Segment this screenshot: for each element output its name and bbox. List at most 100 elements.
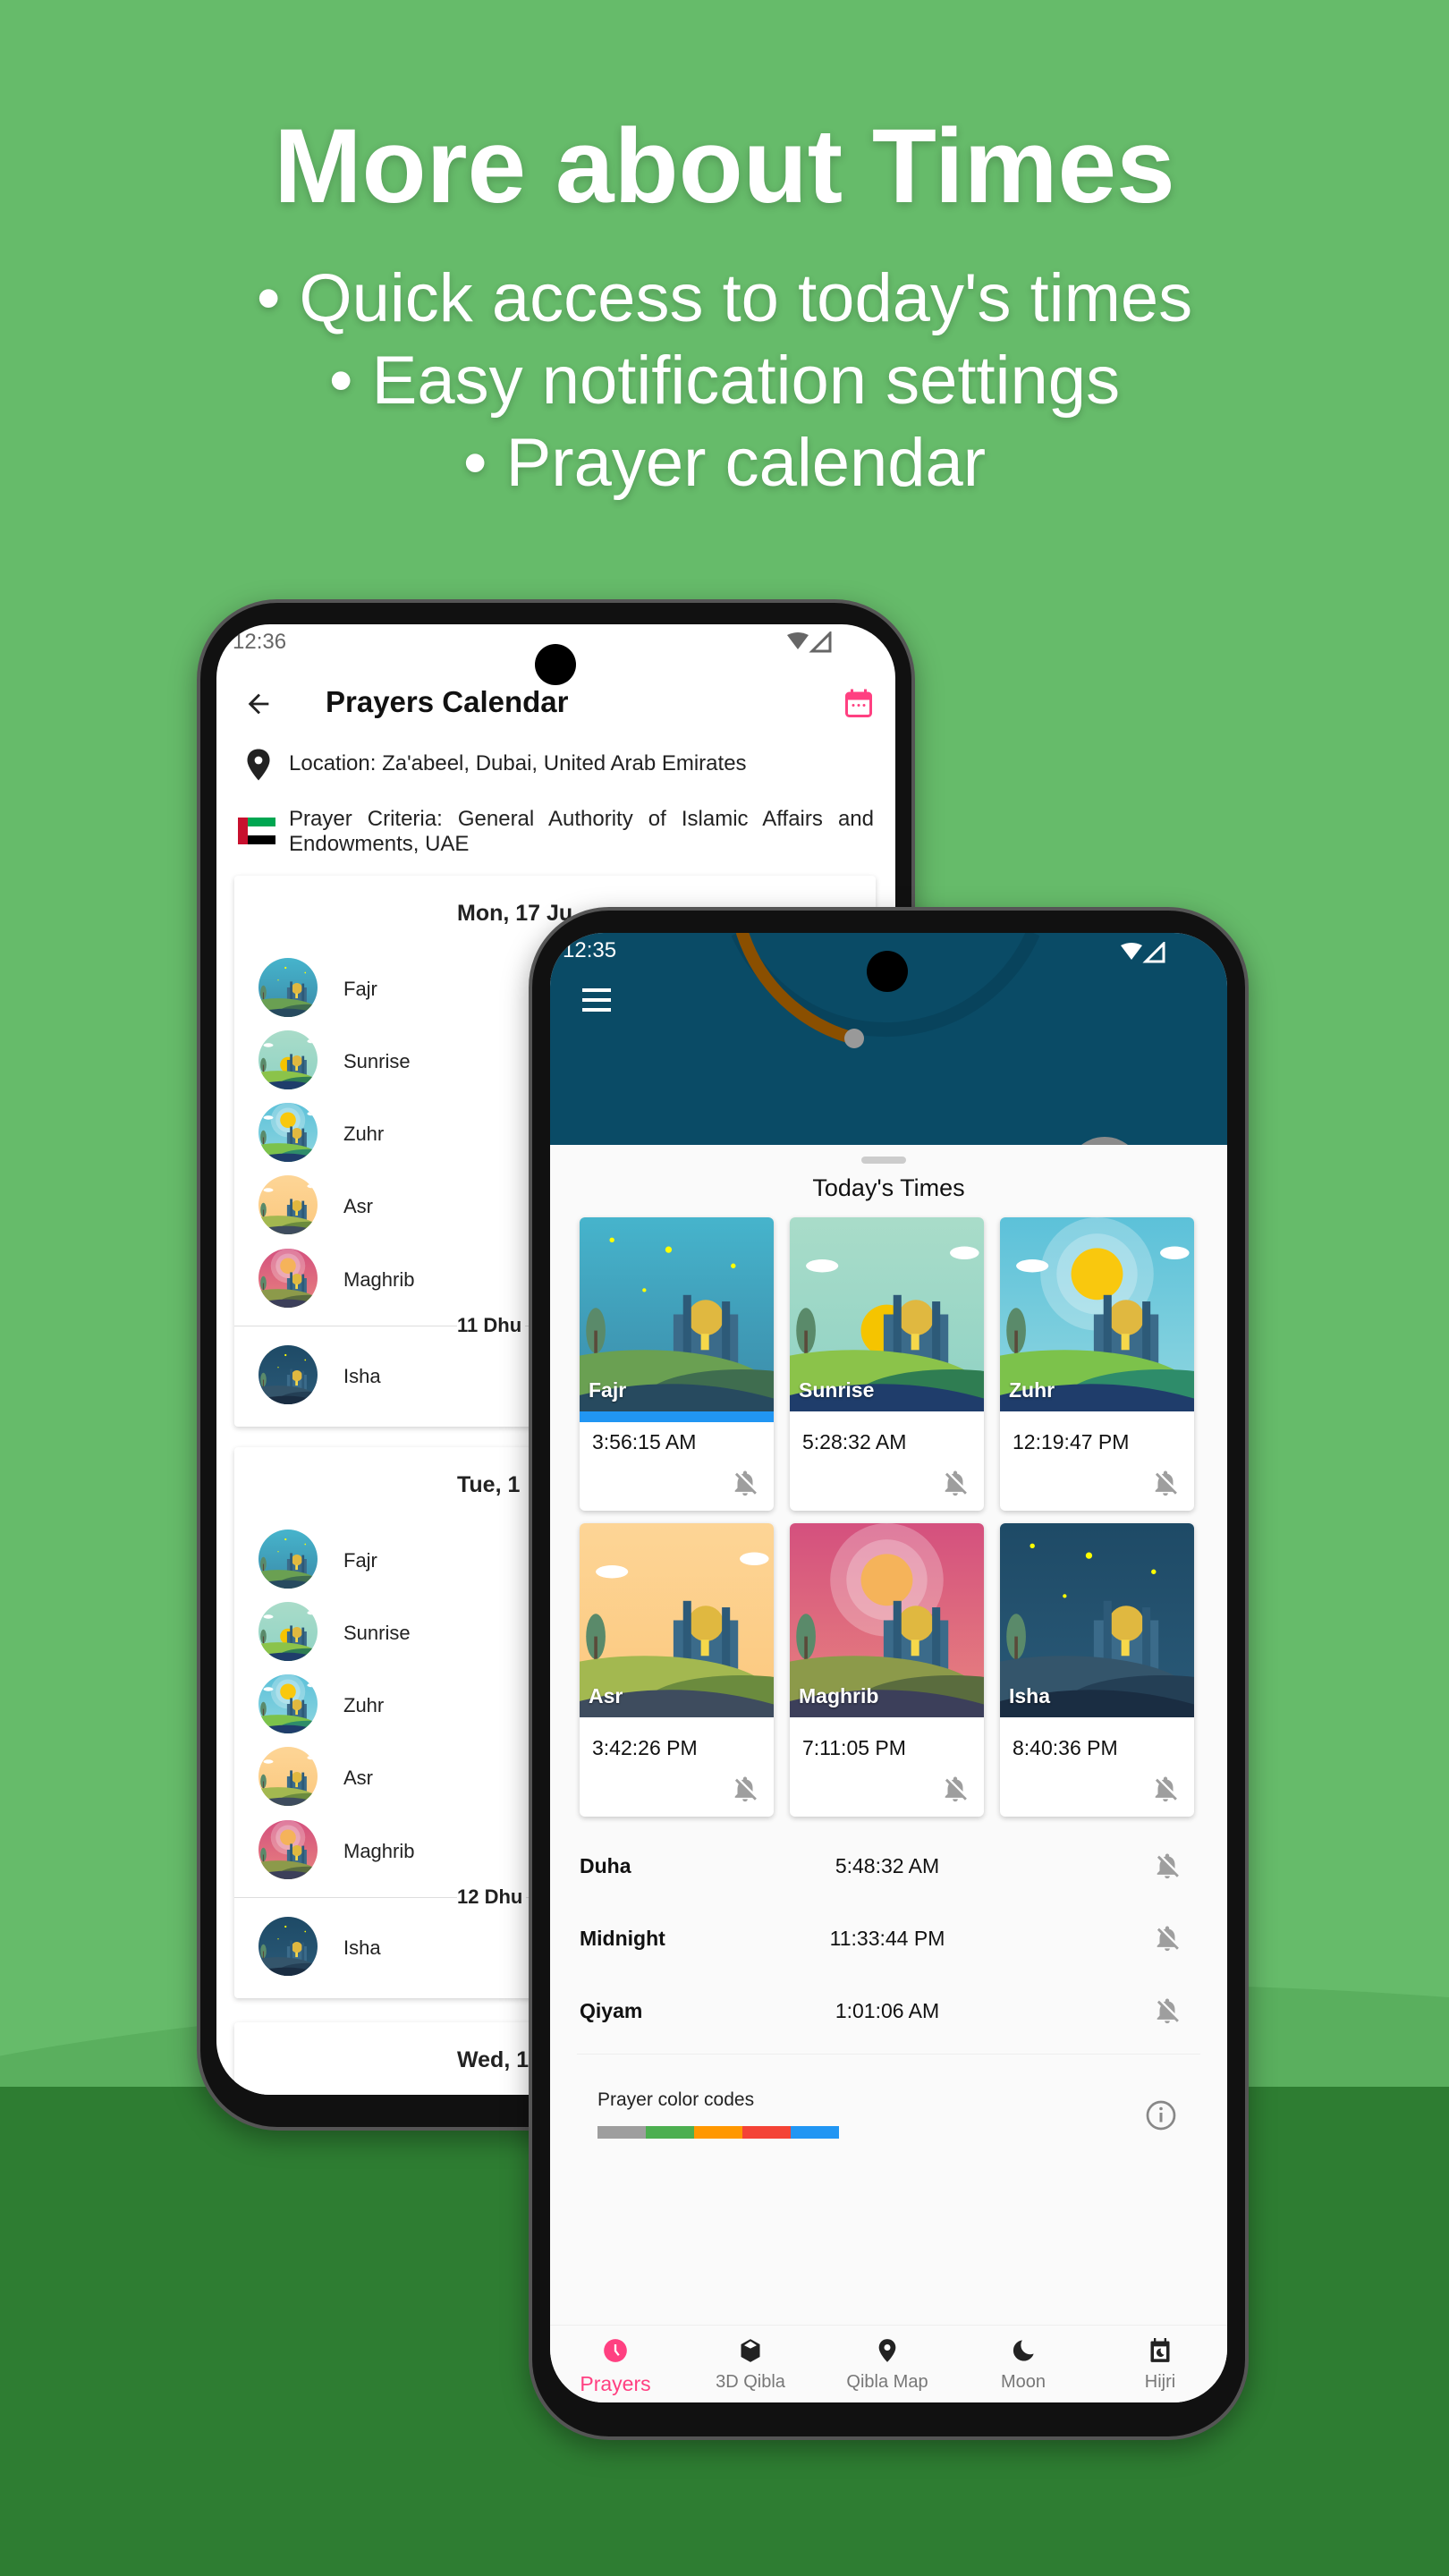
extra-time-row: Qiyam 1:01:06 AM bbox=[580, 1988, 1197, 2033]
clock-icon bbox=[604, 2339, 627, 2362]
time-name: Duha bbox=[580, 1854, 631, 1877]
notification-off-icon[interactable] bbox=[940, 1468, 970, 1498]
moon-icon bbox=[1013, 2340, 1034, 2361]
prayer-card-fajr[interactable]: Fajr 3:56:15 AM bbox=[580, 1217, 774, 1511]
prayer-name: Isha bbox=[343, 1936, 381, 1959]
prayer-card-zuhr[interactable]: Zuhr 12:19:47 PM bbox=[1000, 1217, 1194, 1511]
color-swatch bbox=[694, 2126, 742, 2139]
prayer-time: 8:40:36 PM bbox=[1013, 1736, 1118, 1759]
prayer-name: Fajr bbox=[343, 978, 377, 1000]
prayer-avatar bbox=[258, 1175, 318, 1234]
sun-arc-header: 12:35 bbox=[550, 933, 1227, 1145]
time-value: 5:48:32 AM bbox=[835, 1854, 940, 1877]
color-swatch bbox=[597, 2126, 646, 2139]
prayer-name: Fajr bbox=[589, 1378, 627, 1402]
camera-cutout bbox=[535, 644, 576, 685]
nav-qibla-map[interactable]: Qibla Map bbox=[825, 2326, 950, 2402]
prayer-time: 7:11:05 PM bbox=[802, 1736, 906, 1759]
prayer-time: 3:56:15 AM bbox=[592, 1430, 697, 1453]
color-codes-bar bbox=[597, 2126, 839, 2139]
back-arrow-icon[interactable] bbox=[243, 689, 274, 719]
bottom-navigation: Prayers 3D Qibla Qibla Map Moon Hijri bbox=[550, 2325, 1227, 2402]
prayer-name: Isha bbox=[343, 1365, 381, 1387]
notification-off-icon[interactable] bbox=[1150, 1468, 1181, 1498]
prayer-name: Sunrise bbox=[343, 1622, 411, 1644]
day-date: Wed, 1 bbox=[457, 2047, 530, 2072]
color-swatch bbox=[646, 2126, 694, 2139]
calendar-icon[interactable] bbox=[843, 687, 875, 721]
notification-off-icon[interactable] bbox=[940, 1774, 970, 1804]
time-name: Midnight bbox=[580, 1927, 665, 1950]
promo-bullet: • Easy notification settings bbox=[328, 343, 1121, 419]
hijri-date: 12 Dhu bbox=[457, 1885, 527, 1909]
prayer-avatar bbox=[258, 1103, 318, 1162]
day-date: Mon, 17 Ju bbox=[457, 901, 573, 926]
prayer-name: Asr bbox=[343, 1195, 373, 1217]
page-title: Prayers Calendar bbox=[326, 685, 569, 718]
nav-3d-qibla[interactable]: 3D Qibla bbox=[688, 2326, 813, 2402]
nav-label: Qibla Map bbox=[846, 2372, 928, 2392]
prayer-time: 3:42:26 PM bbox=[592, 1736, 698, 1759]
prayer-name: Sunrise bbox=[799, 1378, 875, 1402]
extra-time-row: Midnight 11:33:44 PM bbox=[580, 1916, 1197, 1961]
camera-cutout bbox=[867, 951, 908, 992]
hijri-date: 11 Dhu bbox=[457, 1314, 526, 1337]
prayer-time: 12:19:47 PM bbox=[1013, 1430, 1130, 1453]
section-title: Today's Times bbox=[812, 1174, 965, 1201]
time-name: Qiyam bbox=[580, 1999, 643, 2022]
nav-prayers[interactable]: Prayers bbox=[553, 2326, 678, 2402]
prayer-avatar bbox=[258, 1674, 318, 1733]
promo-bullet: • Prayer calendar bbox=[462, 425, 987, 501]
times-screen: 12:35 Today's Times Fajr 3:56:15 AM Sunri… bbox=[550, 933, 1227, 2402]
color-codes-label: Prayer color codes bbox=[597, 2089, 755, 2110]
hamburger-menu-icon[interactable] bbox=[582, 987, 611, 1013]
hijri-calendar-icon bbox=[1150, 2338, 1170, 2362]
promo-headline: More about Times bbox=[274, 107, 1175, 225]
promo-bullet: • Quick access to today's times bbox=[256, 260, 1193, 336]
extra-time-row: Duha 5:48:32 AM bbox=[580, 1843, 1197, 1888]
prayer-card-isha[interactable]: Isha 8:40:36 PM bbox=[1000, 1523, 1194, 1817]
kaaba-icon bbox=[741, 2339, 760, 2362]
color-swatch bbox=[791, 2126, 839, 2139]
map-pin-icon bbox=[878, 2339, 896, 2362]
criteria-text: Prayer Criteria: General Authority of Is… bbox=[289, 807, 874, 856]
uae-flag-icon bbox=[238, 818, 275, 844]
notification-off-icon[interactable] bbox=[1152, 1851, 1182, 1881]
prayer-card-maghrib[interactable]: Maghrib 7:11:05 PM bbox=[790, 1523, 984, 1817]
prayer-name: Zuhr bbox=[1009, 1378, 1055, 1402]
notification-off-icon[interactable] bbox=[1152, 1923, 1182, 1953]
wifi-signal-icon bbox=[787, 631, 832, 653]
prayer-avatar bbox=[258, 1747, 318, 1806]
prayer-card-asr[interactable]: Asr 3:42:26 PM bbox=[580, 1523, 774, 1817]
notification-off-icon[interactable] bbox=[730, 1774, 760, 1804]
prayer-avatar bbox=[258, 1345, 318, 1404]
nav-hijri[interactable]: Hijri bbox=[1097, 2326, 1223, 2402]
nav-moon[interactable]: Moon bbox=[961, 2326, 1086, 2402]
info-icon[interactable] bbox=[1145, 2099, 1177, 2131]
prayer-name: Fajr bbox=[343, 1549, 377, 1572]
location-text: Location: Za'abeel, Dubai, United Arab E… bbox=[289, 751, 747, 775]
prayer-avatar bbox=[258, 1030, 318, 1089]
prayer-name: Zuhr bbox=[343, 1123, 385, 1145]
status-time: 12:36 bbox=[233, 630, 287, 654]
location-pin-icon bbox=[247, 749, 270, 781]
notification-off-icon[interactable] bbox=[1150, 1774, 1181, 1804]
prayer-avatar bbox=[258, 1820, 318, 1879]
prayer-name: Isha bbox=[1009, 1684, 1051, 1707]
sheet-drag-handle[interactable] bbox=[861, 1157, 906, 1164]
nav-label: Hijri bbox=[1144, 2372, 1176, 2392]
prayer-avatar bbox=[258, 958, 318, 1017]
prayer-name: Asr bbox=[589, 1684, 623, 1707]
divider bbox=[577, 2054, 1200, 2055]
prayer-card-sunrise[interactable]: Sunrise 5:28:32 AM bbox=[790, 1217, 984, 1511]
color-swatch bbox=[742, 2126, 791, 2139]
prayer-name: Maghrib bbox=[799, 1684, 879, 1707]
day-date: Tue, 1 bbox=[457, 1472, 521, 1497]
prayer-name: Maghrib bbox=[343, 1268, 415, 1291]
prayer-avatar bbox=[258, 1602, 318, 1661]
notification-off-icon[interactable] bbox=[1152, 1996, 1182, 2026]
nav-label: Moon bbox=[1000, 2372, 1046, 2392]
notification-off-icon[interactable] bbox=[730, 1468, 760, 1498]
prayer-time: 5:28:32 AM bbox=[802, 1430, 907, 1453]
status-time: 12:35 bbox=[563, 938, 617, 962]
